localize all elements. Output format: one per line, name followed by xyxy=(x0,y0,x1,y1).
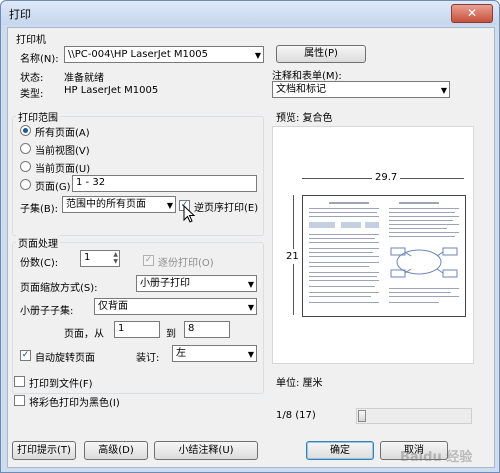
collate-label: 逐份打印(O) xyxy=(158,258,214,269)
booklet-subset-select[interactable]: 仅背面 ▼ xyxy=(94,298,257,315)
summarize-comments-label: 小结注释(U) xyxy=(178,445,234,456)
binding-select[interactable]: 左 ▼ xyxy=(172,345,257,362)
pages-from-label: 页面，从 xyxy=(64,329,104,340)
color-as-black-label: 将彩色打印为黑色(I) xyxy=(29,398,120,409)
ok-button[interactable]: 确定 xyxy=(306,441,374,460)
radio-current-page[interactable] xyxy=(20,161,31,172)
width-dimension: 29.7 xyxy=(372,172,401,183)
chevron-down-icon: ▼ xyxy=(247,303,254,312)
ok-label: 确定 xyxy=(330,445,350,456)
auto-rotate-label: 自动旋转页面 xyxy=(35,353,95,364)
subset-select[interactable]: 范围中的所有页面 ▼ xyxy=(62,196,176,213)
pages-to-value: 8 xyxy=(188,323,195,334)
comments-forms-select[interactable]: 文档和标记 ▼ xyxy=(272,81,450,98)
radio-current-view-label: 当前视图(V) xyxy=(35,146,90,157)
radio-pages[interactable] xyxy=(20,179,31,190)
print-range-title: 打印范围 xyxy=(16,109,60,124)
status-value: 准备就绪 xyxy=(64,73,104,84)
radio-all-pages-label: 所有页面(A) xyxy=(35,128,90,139)
scaling-label: 页面缩放方式(S): xyxy=(20,283,98,294)
subset-label: 子集(B): xyxy=(20,204,59,215)
auto-rotate-checkbox[interactable]: ✓ xyxy=(20,350,31,361)
chevron-down-icon: ▼ xyxy=(247,350,254,359)
printer-name-value: \\PC-004\HP LaserJet M1005 xyxy=(68,49,208,60)
properties-button[interactable]: 属性(P) xyxy=(276,45,366,63)
height-dimension: 21 xyxy=(286,249,299,264)
chevron-down-icon: ▼ xyxy=(254,51,261,60)
dialog-client: 打印机 名称(N): \\PC-004\HP LaserJet M1005 ▼ … xyxy=(7,27,495,468)
pages-to-label: 到 xyxy=(166,329,176,340)
scaling-select[interactable]: 小册子打印 ▼ xyxy=(136,275,257,292)
chevron-down-icon: ▼ xyxy=(247,280,254,289)
preview-page-content xyxy=(309,202,459,303)
printer-name-select[interactable]: \\PC-004\HP LaserJet M1005 ▼ xyxy=(64,46,264,63)
print-to-file-checkbox[interactable] xyxy=(14,376,25,387)
preview-page xyxy=(302,195,466,317)
print-to-file-label: 打印到文件(F) xyxy=(29,379,93,390)
print-dialog: 打印 ✕ 打印机 名称(N): \\PC-004\HP LaserJet M10… xyxy=(0,0,500,473)
status-label: 状态: xyxy=(20,73,44,84)
properties-button-label: 属性(P) xyxy=(304,48,338,59)
stepper-arrows-icon[interactable]: ▲ ▼ xyxy=(113,251,118,265)
chevron-down-icon: ▼ xyxy=(440,86,447,95)
pages-from-input[interactable]: 1 xyxy=(114,321,160,338)
page-counter: 1/8 (17) xyxy=(276,410,316,421)
radio-all-pages[interactable] xyxy=(20,125,31,136)
collate-checkbox[interactable]: ✓ xyxy=(143,255,154,266)
type-value: HP LaserJet M1005 xyxy=(64,85,159,96)
page-handling-title: 页面处理 xyxy=(16,235,60,250)
binding-value: 左 xyxy=(176,348,186,359)
pages-input-value: 1 - 32 xyxy=(76,177,106,188)
pages-from-value: 1 xyxy=(118,323,125,334)
subset-value: 范围中的所有页面 xyxy=(66,199,146,210)
booklet-subset-value: 仅背面 xyxy=(98,301,128,312)
copies-value: 1 xyxy=(84,252,91,263)
print-tips-button[interactable]: 打印提示(T) xyxy=(12,441,76,460)
preview-label: 预览: 复合色 xyxy=(276,113,333,124)
radio-current-page-label: 当前页面(U) xyxy=(35,164,91,175)
printer-name-label: 名称(N): xyxy=(20,54,59,65)
print-tips-label: 打印提示(T) xyxy=(17,445,71,456)
comments-forms-value: 文档和标记 xyxy=(276,84,326,95)
window-title: 打印 xyxy=(9,8,31,21)
reverse-pages-label: 逆页序打印(E) xyxy=(194,203,259,214)
chevron-down-icon: ▼ xyxy=(166,201,173,210)
advanced-label: 高级(D) xyxy=(98,445,134,456)
watermark: Baidu 经验 xyxy=(400,450,473,465)
copies-stepper[interactable]: 1 ▲ ▼ xyxy=(80,250,120,267)
advanced-button[interactable]: 高级(D) xyxy=(84,441,148,460)
mouse-cursor-icon xyxy=(183,205,196,223)
comments-forms-label: 注释和表单(M): xyxy=(272,71,342,82)
booklet-subset-label: 小册子子集: xyxy=(20,306,74,317)
type-label: 类型: xyxy=(20,89,44,100)
scaling-value: 小册子打印 xyxy=(140,278,190,289)
close-icon: ✕ xyxy=(466,6,478,20)
units-label: 单位: 厘米 xyxy=(276,378,323,389)
radio-pages-label: 页面(G) xyxy=(35,182,71,193)
pages-input[interactable]: 1 - 32 xyxy=(72,175,257,192)
copies-label: 份数(C): xyxy=(20,258,59,269)
binding-label: 装订: xyxy=(136,353,160,364)
printer-group-title: 打印机 xyxy=(16,35,46,46)
close-button[interactable]: ✕ xyxy=(451,4,493,23)
preview-page-slider[interactable] xyxy=(356,408,472,424)
pages-to-input[interactable]: 8 xyxy=(184,321,230,338)
slider-thumb[interactable] xyxy=(358,410,366,422)
summarize-comments-button[interactable]: 小结注释(U) xyxy=(154,441,258,460)
color-as-black-checkbox[interactable] xyxy=(14,395,25,406)
title-bar: 打印 ✕ xyxy=(1,1,499,25)
radio-current-view[interactable] xyxy=(20,143,31,154)
